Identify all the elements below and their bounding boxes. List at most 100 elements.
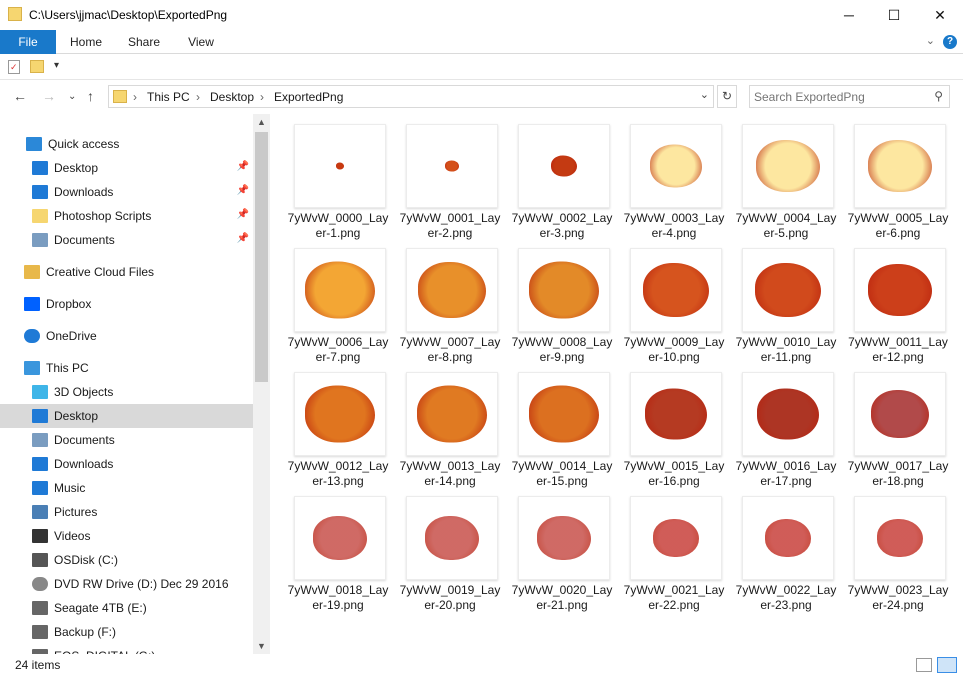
file-thumbnail[interactable] <box>742 372 834 456</box>
expand-ribbon-icon[interactable]: ⌄ <box>926 34 935 47</box>
sidebar-item[interactable]: EOS_DIGITAL (G:) <box>0 644 253 654</box>
sidebar-item[interactable]: Documents <box>0 428 253 452</box>
file-thumbnail[interactable] <box>406 496 498 580</box>
pin-icon[interactable]: 📌 <box>237 209 249 220</box>
tab-view[interactable]: View <box>176 30 226 54</box>
details-view-icon[interactable] <box>916 658 932 672</box>
sidebar-item[interactable]: OSDisk (C:) <box>0 548 253 572</box>
maximize-button[interactable]: ☐ <box>871 0 917 30</box>
file-item[interactable]: 7yWvW_0015_Lay er-16.png <box>618 362 730 488</box>
tab-home[interactable]: Home <box>60 30 112 54</box>
file-item[interactable]: 7yWvW_0001_Lay er-2.png <box>394 114 506 240</box>
file-thumbnail[interactable] <box>406 248 498 332</box>
pin-icon[interactable]: 📌 <box>237 233 249 244</box>
sidebar-item[interactable]: Downloads 📌 <box>0 180 253 204</box>
file-thumbnail[interactable] <box>294 496 386 580</box>
file-item[interactable]: 7yWvW_0019_Lay er-20.png <box>394 486 506 612</box>
scroll-thumb[interactable] <box>255 132 268 382</box>
sidebar-item[interactable]: Downloads <box>0 452 253 476</box>
file-thumbnail[interactable] <box>406 372 498 456</box>
file-thumbnail[interactable] <box>406 124 498 208</box>
sidebar-item[interactable]: OneDrive <box>0 324 253 348</box>
sidebar-item[interactable]: Music <box>0 476 253 500</box>
refresh-icon[interactable]: ↻ <box>717 85 737 108</box>
search-input[interactable] <box>754 88 924 105</box>
file-item[interactable]: 7yWvW_0013_Lay er-14.png <box>394 362 506 488</box>
file-item[interactable]: 7yWvW_0005_Lay er-6.png <box>842 114 954 240</box>
file-item[interactable]: 7yWvW_0023_Lay er-24.png <box>842 486 954 612</box>
address-dropdown-icon[interactable]: ⌄ <box>700 88 709 101</box>
sidebar-item[interactable]: Seagate 4TB (E:) <box>0 596 253 620</box>
file-item[interactable]: 7yWvW_0018_Lay er-19.png <box>282 486 394 612</box>
file-thumbnail[interactable] <box>742 496 834 580</box>
file-thumbnail[interactable] <box>518 496 610 580</box>
sidebar-item[interactable]: DVD RW Drive (D:) Dec 29 2016 <box>0 572 253 596</box>
sidebar-item[interactable]: Dropbox <box>0 292 253 316</box>
file-thumbnail[interactable] <box>294 124 386 208</box>
file-thumbnail[interactable] <box>518 372 610 456</box>
file-thumbnail[interactable] <box>854 496 946 580</box>
sidebar-item[interactable]: Quick access <box>0 132 253 156</box>
file-item[interactable]: 7yWvW_0017_Lay er-18.png <box>842 362 954 488</box>
file-item[interactable]: 7yWvW_0014_Lay er-15.png <box>506 362 618 488</box>
file-item[interactable]: 7yWvW_0021_Lay er-22.png <box>618 486 730 612</box>
address-bar[interactable]: › This PC › Desktop › ExportedPng ⌄ <box>108 85 714 108</box>
file-item[interactable]: 7yWvW_0009_Lay er-10.png <box>618 238 730 364</box>
help-icon[interactable]: ? <box>943 35 957 49</box>
file-thumbnail[interactable] <box>294 248 386 332</box>
close-button[interactable]: ✕ <box>917 0 963 30</box>
file-item[interactable]: 7yWvW_0000_Lay er-1.png <box>282 114 394 240</box>
up-icon[interactable]: ↑ <box>87 88 94 104</box>
file-item[interactable]: 7yWvW_0004_Lay er-5.png <box>730 114 842 240</box>
properties-icon[interactable]: ✓ <box>8 60 20 74</box>
sidebar-item[interactable]: This PC <box>0 356 253 380</box>
file-thumbnail[interactable] <box>742 124 834 208</box>
pin-icon[interactable]: 📌 <box>237 161 249 172</box>
file-thumbnail[interactable] <box>630 124 722 208</box>
file-item[interactable]: 7yWvW_0020_Lay er-21.png <box>506 486 618 612</box>
tab-share[interactable]: Share <box>118 30 170 54</box>
recent-locations-icon[interactable]: ⌄ <box>68 91 76 102</box>
sidebar-item[interactable]: Desktop <box>0 404 253 428</box>
file-thumbnail[interactable] <box>854 372 946 456</box>
file-item[interactable]: 7yWvW_0011_Lay er-12.png <box>842 238 954 364</box>
file-thumbnail[interactable] <box>630 496 722 580</box>
large-icons-view-icon[interactable] <box>937 657 957 673</box>
sidebar-item[interactable]: Pictures <box>0 500 253 524</box>
sidebar-item[interactable]: Backup (F:) <box>0 620 253 644</box>
minimize-button[interactable]: ─ <box>826 0 872 30</box>
new-folder-icon[interactable] <box>30 60 44 73</box>
pin-icon[interactable]: 📌 <box>237 185 249 196</box>
sidebar-item[interactable]: Photoshop Scripts 📌 <box>0 204 253 228</box>
breadcrumb-exportedpng[interactable]: ExportedPng <box>274 90 343 104</box>
file-item[interactable]: 7yWvW_0022_Lay er-23.png <box>730 486 842 612</box>
file-thumbnail[interactable] <box>742 248 834 332</box>
file-thumbnail[interactable] <box>854 124 946 208</box>
search-box[interactable]: ⚲ <box>749 85 950 108</box>
file-item[interactable]: 7yWvW_0016_Lay er-17.png <box>730 362 842 488</box>
file-thumbnail[interactable] <box>518 248 610 332</box>
sidebar-item[interactable]: Desktop 📌 <box>0 156 253 180</box>
sidebar-item[interactable]: Creative Cloud Files <box>0 260 253 284</box>
forward-icon[interactable]: → <box>42 88 56 104</box>
scroll-down-icon[interactable]: ▼ <box>257 641 266 651</box>
file-item[interactable]: 7yWvW_0003_Lay er-4.png <box>618 114 730 240</box>
file-item[interactable]: 7yWvW_0007_Lay er-8.png <box>394 238 506 364</box>
sidebar-item[interactable]: 3D Objects <box>0 380 253 404</box>
sidebar-item[interactable]: Videos <box>0 524 253 548</box>
file-thumbnail[interactable] <box>630 248 722 332</box>
sidebar-item[interactable]: Documents 📌 <box>0 228 253 252</box>
file-item[interactable]: 7yWvW_0012_Lay er-13.png <box>282 362 394 488</box>
breadcrumb-desktop[interactable]: Desktop <box>210 90 254 104</box>
file-thumbnail[interactable] <box>518 124 610 208</box>
tab-file[interactable]: File <box>0 30 56 54</box>
breadcrumb-this-pc[interactable]: This PC <box>147 90 190 104</box>
file-item[interactable]: 7yWvW_0006_Lay er-7.png <box>282 238 394 364</box>
scroll-up-icon[interactable]: ▲ <box>257 117 266 127</box>
file-thumbnail[interactable] <box>854 248 946 332</box>
navigation-scrollbar[interactable]: ▲ ▼ <box>253 114 270 654</box>
customize-toolbar-icon[interactable]: ▾ <box>54 60 59 71</box>
file-thumbnail[interactable] <box>294 372 386 456</box>
file-item[interactable]: 7yWvW_0002_Lay er-3.png <box>506 114 618 240</box>
back-icon[interactable]: ← <box>13 88 27 104</box>
